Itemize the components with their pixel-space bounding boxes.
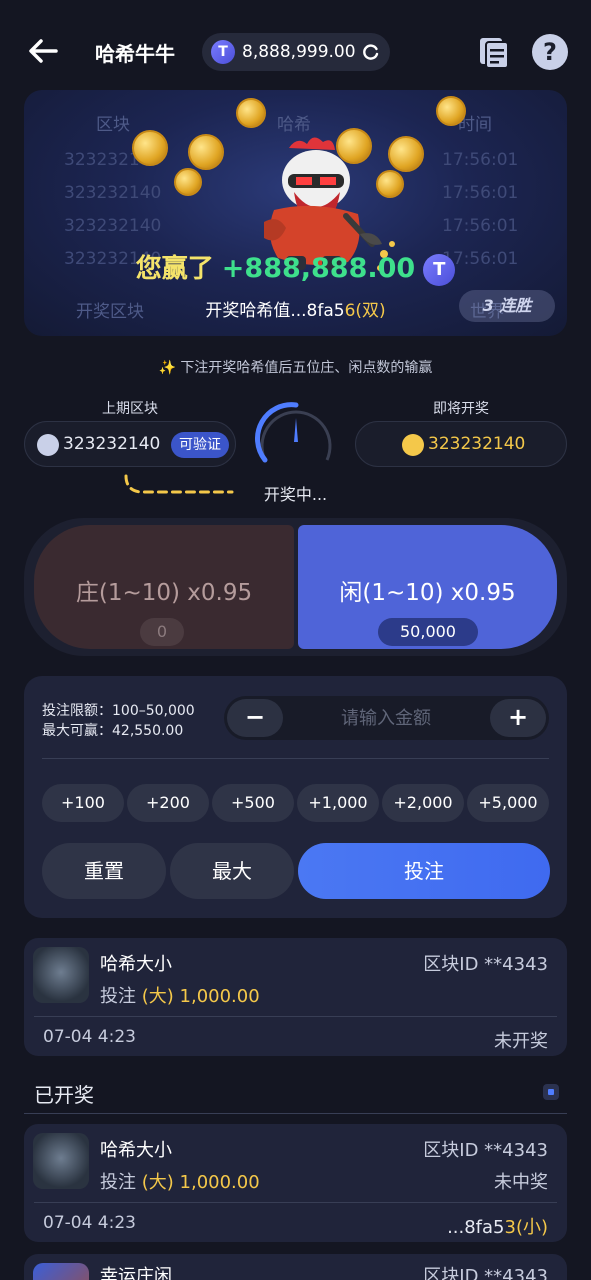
divider	[24, 1113, 567, 1114]
banker-label: 庄(1~10) x0.95	[75, 580, 253, 606]
record-block-id: 区块ID **4343	[423, 1140, 548, 1161]
record-time: 07-04 4:23	[43, 1213, 136, 1233]
rule-tip: ✨ 下注开奖哈希值后五位庄、闲点数的输赢	[158, 360, 433, 376]
upcoming-block-pill: 323232140	[355, 421, 567, 467]
previous-block-number: 323232140	[63, 434, 161, 454]
gold-coin-icon	[132, 130, 168, 166]
drawn-bet-record[interactable]: 幸运庄闲 区块ID **4343	[24, 1254, 567, 1280]
increase-button[interactable]: +	[490, 699, 546, 737]
gold-coin-icon	[236, 98, 266, 128]
reset-button[interactable]: 重置	[42, 843, 166, 899]
balance-value: 8,888,999.00	[242, 42, 356, 62]
record-bet-choice: (大)	[141, 986, 174, 1007]
drawing-status: 开奖中...	[263, 485, 328, 504]
player-side-button[interactable]: 闲(1~10) x0.95 50,000	[298, 525, 557, 649]
chip-button[interactable]: +5,000	[467, 784, 549, 822]
record-hash-digit: 3	[504, 1217, 516, 1238]
drawn-bet-record[interactable]: 哈希大小 区块ID **4343 投注 (大) 1,000.00 未中奖 07-…	[24, 1124, 567, 1242]
previous-block-label: 上期区块	[102, 401, 158, 417]
refresh-icon[interactable]	[362, 43, 380, 61]
bet-panel: 投注限额：100–50,000 最大可赢：42,550.00 − + +100 …	[24, 676, 567, 918]
place-bet-button[interactable]: 投注	[298, 843, 550, 899]
record-block-id: 区块ID **4343	[423, 1266, 548, 1280]
win-banner: 区块 哈希 时间 323232140 17:56:01 323232140 17…	[24, 90, 567, 336]
upcoming-block-number: 323232140	[428, 434, 526, 454]
record-bet-amount: 1,000.00	[179, 986, 260, 1007]
chip-button[interactable]: +100	[42, 784, 124, 822]
gold-coin-icon	[188, 134, 224, 170]
record-game-name: 幸运庄闲	[100, 1266, 172, 1280]
banker-side-button[interactable]: 庄(1~10) x0.95 0	[34, 525, 294, 649]
drawn-section-title: 已开奖	[34, 1083, 94, 1107]
bet-sides: 庄(1~10) x0.95 0 闲(1~10) x0.95 50,000	[24, 518, 567, 656]
verify-button[interactable]: 可验证	[171, 432, 229, 458]
max-win-text: 最大可赢：42,550.00	[42, 723, 184, 739]
record-block-id: 区块ID **4343	[423, 954, 548, 975]
record-status: 未开奖	[494, 1031, 548, 1052]
chip-button[interactable]: +2,000	[382, 784, 464, 822]
amount-stepper: − +	[224, 696, 549, 740]
chip-button[interactable]: +200	[127, 784, 209, 822]
previous-block-pill: 323232140 可验证	[24, 421, 236, 467]
record-hash-result: (小)	[515, 1217, 548, 1238]
token-coin-icon: T	[211, 40, 235, 64]
amount-input[interactable]	[288, 696, 484, 740]
game-thumbnail	[33, 1133, 89, 1189]
record-hash-prefix: ...8fa5	[447, 1217, 505, 1238]
record-game-name: 哈希大小	[100, 1140, 172, 1161]
player-amount: 50,000	[378, 618, 478, 646]
record-bet-prefix: 投注	[100, 1172, 136, 1193]
win-text: 您赢了	[135, 254, 214, 284]
page-title: 哈希牛牛	[95, 42, 175, 66]
drawing-gauge-icon	[255, 402, 332, 463]
pending-bet-record[interactable]: 哈希大小 区块ID **4343 投注 (大) 1,000.00 07-04 4…	[24, 938, 567, 1056]
back-arrow-icon[interactable]	[26, 34, 60, 68]
win-message: 您赢了 +888,888.00 T	[24, 248, 567, 289]
chip-button[interactable]: +500	[212, 784, 294, 822]
chip-button[interactable]: +1,000	[297, 784, 379, 822]
decrease-button[interactable]: −	[227, 699, 283, 737]
bg-time: 17:56:01	[442, 150, 519, 170]
record-hash: ...8fa53(小)	[447, 1213, 548, 1239]
banker-amount: 0	[140, 618, 184, 646]
chain-icon	[402, 434, 424, 456]
record-bet-choice: (大)	[141, 1172, 174, 1193]
draw-hash-result: (双)	[355, 301, 386, 321]
bg-time: 17:56:01	[442, 183, 519, 203]
max-button[interactable]: 最大	[170, 843, 294, 899]
gold-coin-icon	[436, 96, 466, 126]
balance-pill: T 8,888,999.00	[202, 33, 390, 71]
help-icon[interactable]: ?	[532, 34, 568, 70]
top-bar: 哈希牛牛 T 8,888,999.00 ?	[0, 0, 591, 100]
filter-icon[interactable]	[543, 1084, 559, 1100]
token-coin-icon: T	[423, 253, 456, 286]
win-streak-badge: 3 连胜	[459, 290, 555, 322]
record-game-name: 哈希大小	[100, 954, 172, 975]
player-label: 闲(1~10) x0.95	[339, 580, 516, 606]
record-result: 未中奖	[494, 1172, 548, 1193]
divider	[34, 1016, 557, 1017]
record-bet: 投注 (大) 1,000.00	[100, 982, 260, 1008]
bet-limit-text: 投注限额：100–50,000	[42, 703, 195, 719]
win-amount: +888,888.00	[221, 253, 416, 284]
bg-time: 17:56:01	[442, 216, 519, 236]
game-thumbnail	[33, 947, 89, 1003]
upcoming-block-label: 即将开奖	[433, 401, 489, 417]
divider	[34, 1202, 557, 1203]
bg-block: 323232140	[64, 183, 162, 203]
bet-records-icon[interactable]	[476, 34, 512, 70]
draw-hash-digit: 6	[344, 301, 356, 321]
divider	[42, 758, 549, 759]
bg-block: 323232140	[64, 216, 162, 236]
gold-coin-icon	[174, 168, 202, 196]
game-thumbnail	[33, 1263, 89, 1280]
record-time: 07-04 4:23	[43, 1027, 136, 1047]
record-bet-amount: 1,000.00	[179, 1172, 260, 1193]
record-bet-prefix: 投注	[100, 986, 136, 1007]
bg-header-block: 区块	[96, 115, 130, 135]
draw-hash-prefix: 开奖哈希值...8fa5	[205, 301, 345, 321]
chain-icon	[37, 434, 59, 456]
record-bet: 投注 (大) 1,000.00	[100, 1168, 260, 1194]
